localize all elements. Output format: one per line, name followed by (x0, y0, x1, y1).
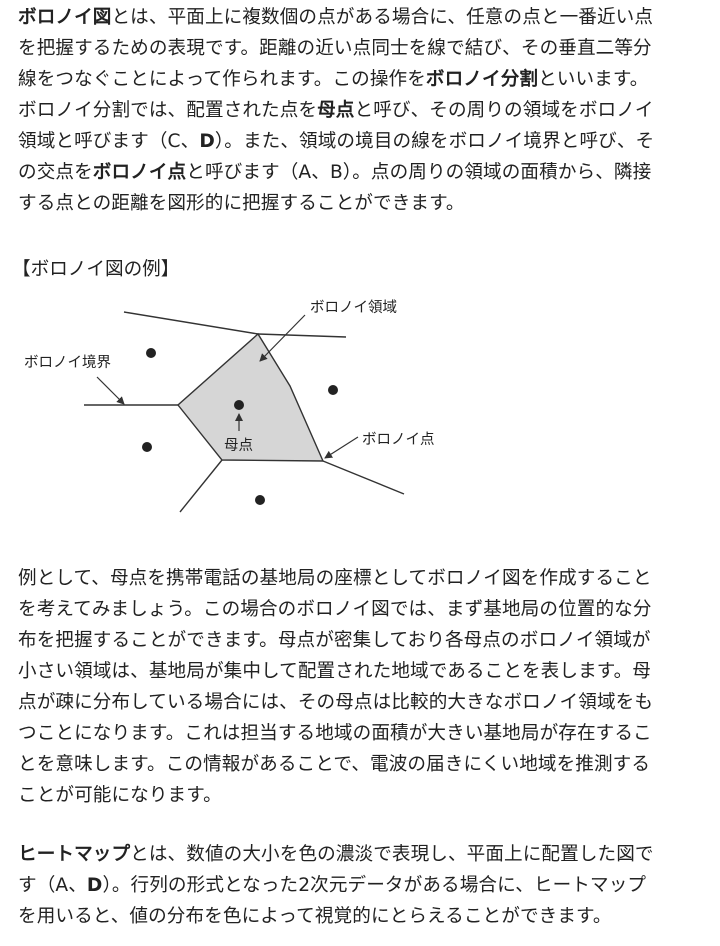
generator-dot (328, 385, 338, 395)
generator-dot (234, 400, 244, 410)
generator-dot (146, 348, 156, 358)
voronoi-diagram: ボロノイ領域 ボロノイ境界 ボロノイ点 母点 (24, 299, 435, 513)
region-label-arrow (259, 314, 306, 362)
text-line: 点が疎に分布している場合には、その母点は比較的大きなボロノイ領域をも (18, 692, 654, 713)
label-voronoi-boundary: ボロノイ境界 (24, 353, 111, 371)
text-line: 領域と呼びます（C、D）。また、領域の境目の線をボロノイ境界と呼び、そ (18, 131, 655, 152)
bold-term: D (86, 875, 103, 896)
bold-term: 母点 (317, 100, 355, 121)
text-line: を考えてみましょう。この場合のボロノイ図では、まず基地局の位置的な分 (18, 599, 652, 620)
label-voronoi-region: ボロノイ領域 (310, 299, 397, 316)
boundary-line (179, 459, 223, 513)
boundary-line (123, 311, 259, 335)
label-generator-point: 母点 (224, 437, 253, 454)
text-line: ことが可能になります。 (18, 785, 222, 806)
text-line: 例として、母点を携帯電話の基地局の座標としてボロノイ図を作成すること (18, 568, 652, 589)
text-line: を把握するための表現です。距離の近い点同士を線で結び、その垂直二等分 (18, 38, 652, 59)
bold-term: D (199, 131, 215, 152)
boundary-line (257, 333, 347, 338)
point-label-arrow (324, 436, 359, 459)
text-line: 線をつなぐことによって作られます。この操作をボロノイ分割といいます。 (18, 69, 649, 90)
generator-dot (255, 495, 265, 505)
boundary-line (322, 460, 405, 495)
bold-term: ヒートマップ (18, 844, 131, 865)
text-line: ボロノイ図とは、平面上に複数個の点がある場合に、任意の点と一番近い点 (18, 7, 654, 28)
paragraph-example: 例として、母点を携帯電話の基地局の座標としてボロノイ図を作成すること を考えてみ… (18, 563, 704, 811)
text-line: 布を把握することができます。母点が密集しており各母点のボロノイ領域が (18, 630, 651, 651)
paragraph-heatmap-definition: ヒートマップとは、数値の大小を色の濃淡で表現し、平面上に配置した図で す（A、D… (18, 839, 704, 932)
example-heading: 【ボロノイ図の例】 (12, 259, 180, 280)
paragraph-voronoi-definition: ボロノイ図とは、平面上に複数個の点がある場合に、任意の点と一番近い点 を把握する… (18, 2, 704, 219)
label-voronoi-point: ボロノイ点 (362, 431, 435, 448)
boundary-label-arrow (96, 376, 125, 405)
text-line: ヒートマップとは、数値の大小を色の濃淡で表現し、平面上に配置した図で (18, 844, 654, 865)
generator-dot (142, 442, 152, 452)
text-line: とを意味します。この情報があることで、電波の届きにくい地域を推測する (18, 754, 651, 775)
bold-term: ボロノイ点 (92, 162, 187, 183)
text-line: ボロノイ分割では、配置された点を母点と呼び、その周りの領域をボロノイ (18, 100, 654, 121)
text-line: す（A、D）。行列の形式となった2次元データがある場合に、ヒートマップ (18, 875, 647, 896)
text-line: 小さい領域は、基地局が集中して配置された地域であることを表します。母 (18, 661, 651, 682)
text-line: を用いると、値の分布を色によって視覚的にとらえることができます。 (18, 906, 612, 927)
text-line: の交点をボロノイ点と呼びます（A、B）。点の周りの領域の面積から、隣接 (18, 162, 652, 183)
bold-term: ボロノイ図 (18, 7, 112, 28)
text-line: する点との距離を図形的に把握することができます。 (18, 193, 465, 214)
text-line: つことになります。これは担当する地域の面積が大きい基地局が存在するこ (18, 723, 652, 744)
bold-term: ボロノイ分割 (425, 69, 539, 90)
document-page: ボロノイ図とは、平面上に複数個の点がある場合に、任意の点と一番近い点 を把握する… (0, 0, 720, 946)
